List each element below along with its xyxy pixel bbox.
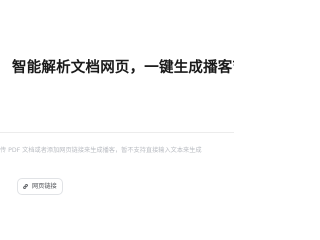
web-link-button[interactable]: 网页链接 [17, 178, 63, 195]
composer-panel [0, 132, 234, 214]
page: 智能解析文档网页，一键生成播客节目 传 PDF 文档或者添加网页链接来生成播客，… [0, 0, 234, 214]
link-icon [22, 183, 29, 190]
hero-title: 智能解析文档网页，一键生成播客节目 [12, 60, 234, 76]
prompt-input[interactable]: 传 PDF 文档或者添加网页链接来生成播客，暂不支持直接输入文本来生成 [0, 146, 202, 156]
web-link-button-label: 网页链接 [32, 182, 57, 190]
